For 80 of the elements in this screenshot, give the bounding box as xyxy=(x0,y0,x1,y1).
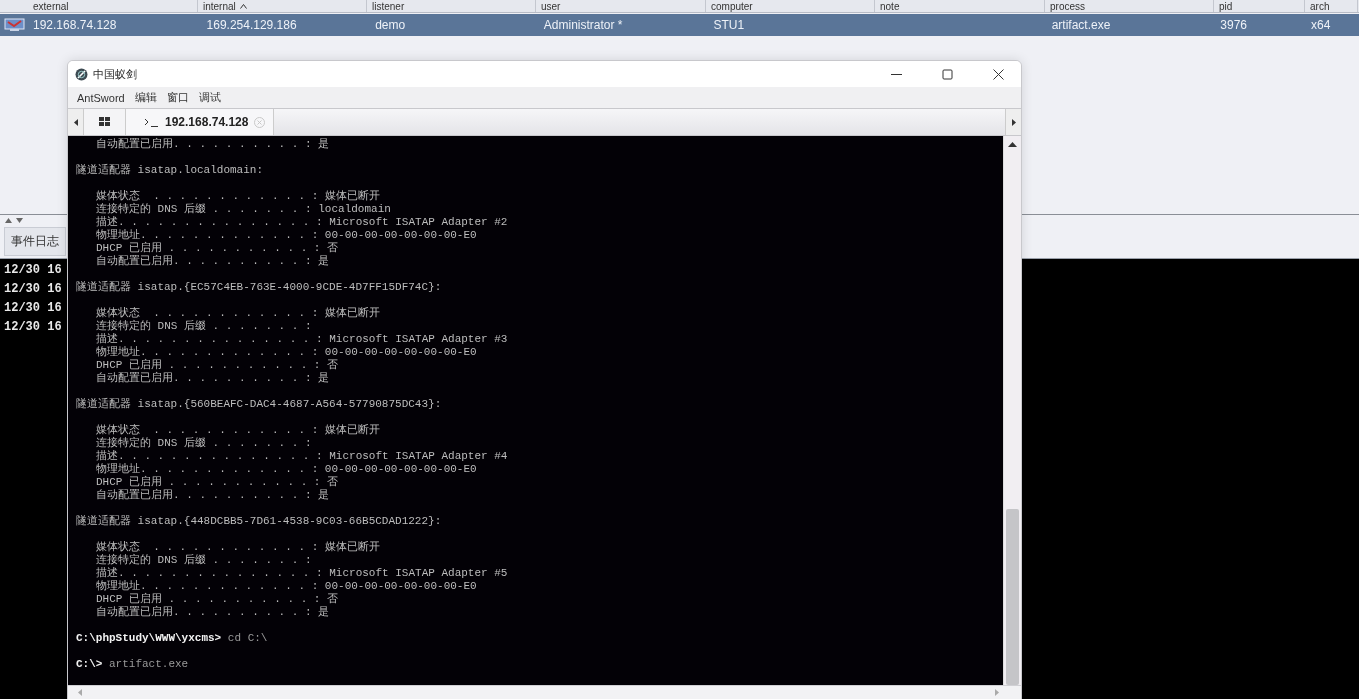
table-cell: x64 xyxy=(1311,18,1331,32)
window-title: 中国蚁剑 xyxy=(93,66,138,82)
terminal-line: 媒体状态 . . . . . . . . . . . . : 媒体已断开 xyxy=(96,424,380,437)
column-header[interactable]: process xyxy=(1045,0,1214,12)
terminal-icon xyxy=(144,117,159,127)
terminal-line: 描述. . . . . . . . . . . . . . . : Microsoft ISATAP Adapter #5 xyxy=(96,567,508,580)
terminal-line: 媒体状态 . . . . . . . . . . . . : 媒体已断开 xyxy=(96,307,380,320)
terminal-line: DHCP 已启用 . . . . . . . . . . . : 否 xyxy=(96,476,339,489)
scrollbar-thumb[interactable] xyxy=(1006,509,1019,685)
menu-item[interactable]: AntSword xyxy=(73,89,129,106)
terminal-line: 物理地址. . . . . . . . . . . . . : 00-00-00-00-00-00-00-E0 xyxy=(96,463,477,476)
terminal-line: 物理地址. . . . . . . . . . . . . : 00-00-00-00-00-00-00-E0 xyxy=(96,346,477,359)
scroll-left-button[interactable] xyxy=(68,109,84,135)
terminal-line: 隧道适配器 isatap.{560BEAFC-DAC4-4687-A564-57790875DC43}: xyxy=(76,398,442,411)
column-header[interactable]: pid xyxy=(1214,0,1305,12)
terminal-line: 自动配置已启用. . . . . . . . . . : 是 xyxy=(96,489,330,502)
column-header[interactable]: internal xyxy=(198,0,367,12)
terminal-line: C:\phpStudy\WWW\yxcms> cd C:\ xyxy=(76,632,268,645)
table-cell: artifact.exe xyxy=(1051,18,1111,32)
caret-left-icon xyxy=(73,118,78,126)
terminal-line: 描述. . . . . . . . . . . . . . . : Microsoft ISATAP Adapter #4 xyxy=(96,450,508,463)
column-header[interactable]: note xyxy=(875,0,1045,12)
table-cell: 169.254.129.186 xyxy=(206,18,297,32)
column-header[interactable]: external xyxy=(0,0,198,12)
terminal-line: 自动配置已启用. . . . . . . . . . : 是 xyxy=(96,606,330,619)
terminal-line: 自动配置已启用. . . . . . . . . . : 是 xyxy=(96,372,330,385)
close-icon xyxy=(992,68,1004,80)
tab[interactable]: 192.168.74.128 xyxy=(126,109,275,135)
close-circle-icon[interactable] xyxy=(254,116,266,128)
terminal-line: 媒体状态 . . . . . . . . . . . . : 媒体已断开 xyxy=(96,541,380,554)
table-cell: demo xyxy=(375,18,406,32)
horizontal-scrollbar[interactable] xyxy=(68,685,1021,699)
table-cell: 192.168.74.128 xyxy=(33,18,117,32)
column-header[interactable]: user xyxy=(536,0,706,12)
terminal-line: DHCP 已启用 . . . . . . . . . . . : 否 xyxy=(96,242,339,255)
menu-item[interactable]: 调试 xyxy=(194,88,225,107)
column-header[interactable]: arch xyxy=(1305,0,1358,12)
scroll-right-icon[interactable] xyxy=(995,689,999,696)
table-cell: 3976 xyxy=(1220,18,1247,32)
scroll-left-icon[interactable] xyxy=(78,689,82,696)
terminal-line: 物理地址. . . . . . . . . . . . . : 00-00-00-00-00-00-00-E0 xyxy=(96,229,477,242)
menu-item[interactable]: 窗口 xyxy=(162,88,193,107)
terminal-line: 自动配置已启用. . . . . . . . . . : 是 xyxy=(96,255,330,268)
terminal-line: 连接特定的 DNS 后缀 . . . . . . . : localdomain xyxy=(96,203,391,216)
terminal-line: 隧道适配器 isatap.{448DCBB5-7D61-4538-9C03-66B5CDAD1222}: xyxy=(76,515,442,528)
terminal-line: 连接特定的 DNS 后缀 . . . . . . . : xyxy=(96,320,312,333)
table-row[interactable]: 192.168.74.128 169.254.129.186 demo Administrator * STU1 artifact.exe 3976 x64 xyxy=(0,14,1359,36)
scroll-up-icon[interactable] xyxy=(1008,142,1017,147)
maximize-icon xyxy=(941,68,953,80)
log-line: 12/30 16 xyxy=(4,282,62,296)
log-line: 12/30 16 xyxy=(4,301,62,315)
terminal-line: C:\> artifact.exe xyxy=(76,658,189,671)
column-header[interactable]: computer xyxy=(706,0,875,12)
caret-right-icon xyxy=(1011,118,1016,126)
table-cell: STU1 xyxy=(713,18,745,32)
menu-item[interactable]: 编辑 xyxy=(130,88,161,107)
terminal-line: 媒体状态 . . . . . . . . . . . . : 媒体已断开 xyxy=(96,190,380,203)
app-logo-icon xyxy=(75,67,88,81)
terminal-line: 连接特定的 DNS 后缀 . . . . . . . : xyxy=(96,554,312,567)
collapse-up-icon[interactable] xyxy=(5,217,12,223)
table-cell: Administrator * xyxy=(543,18,623,32)
terminal-line: DHCP 已启用 . . . . . . . . . . . : 否 xyxy=(96,593,339,606)
terminal-line: DHCP 已启用 . . . . . . . . . . . : 否 xyxy=(96,359,339,372)
collapse-down-icon[interactable] xyxy=(16,217,23,223)
tab[interactable]: 事件日志 xyxy=(4,227,66,256)
terminal-line: 隧道适配器 isatap.{EC57C4EB-763E-4000-9CDE-4D7FF15DF74C}: xyxy=(76,281,442,294)
terminal-line: 隧道适配器 isatap.localdomain: xyxy=(76,164,264,177)
computer-icon xyxy=(4,18,25,32)
grid-icon xyxy=(99,117,110,127)
tab-list-button[interactable] xyxy=(84,109,126,135)
log-line: 12/30 16 xyxy=(4,263,62,277)
terminal-line: 描述. . . . . . . . . . . . . . . : Microsoft ISATAP Adapter #2 xyxy=(96,216,508,229)
terminal-line: 自动配置已启用. . . . . . . . . . : 是 xyxy=(96,138,330,151)
column-header[interactable]: listener xyxy=(367,0,536,12)
scroll-right-button[interactable] xyxy=(1005,109,1021,135)
terminal-line: 连接特定的 DNS 后缀 . . . . . . . : xyxy=(96,437,312,450)
terminal-line: 描述. . . . . . . . . . . . . . . : Microsoft ISATAP Adapter #3 xyxy=(96,333,508,346)
vertical-scrollbar[interactable] xyxy=(1003,136,1021,685)
log-line: 12/30 16 xyxy=(4,320,62,334)
terminal-line: 物理地址. . . . . . . . . . . . . : 00-00-00-00-00-00-00-E0 xyxy=(96,580,477,593)
